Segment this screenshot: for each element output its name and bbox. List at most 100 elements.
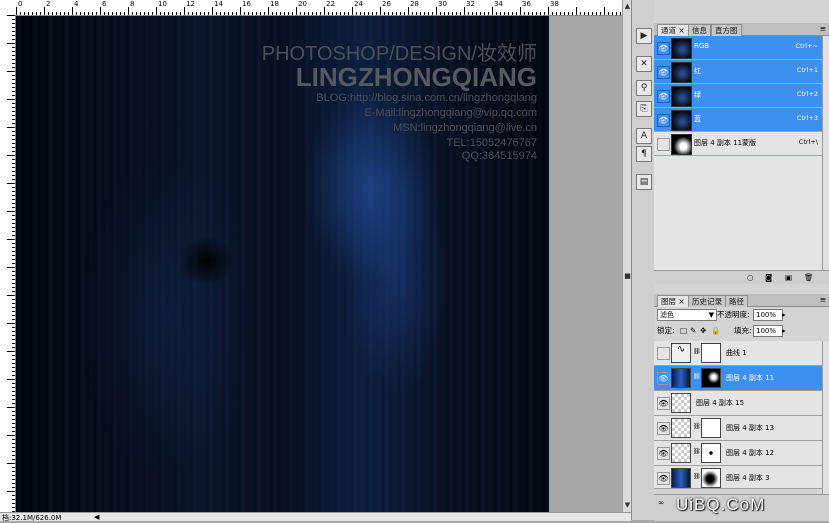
vertical-ruler[interactable] (0, 15, 16, 512)
ruler-label: 2 (46, 0, 51, 8)
layer-name: 图层 4 副本 12 (726, 449, 775, 457)
tab-histogram[interactable]: 直方图 (711, 24, 742, 36)
chain-link-icon[interactable]: ⛓ (693, 473, 701, 480)
ruler-tick (7, 407, 15, 408)
channel-shortcut: Ctrl+3 (796, 114, 818, 122)
chain-link-icon[interactable]: ⛓ (693, 423, 701, 430)
lock-position-icon[interactable]: ✥ (700, 325, 706, 336)
tools-icon[interactable]: ✕ (636, 56, 652, 72)
layer-row[interactable]: 👁 ⛓ 图层 4 副本 3 (654, 466, 822, 489)
clone-source-icon[interactable]: ⎘ (636, 101, 652, 117)
ruler-tick (496, 12, 497, 15)
opacity-arrow-icon[interactable]: ▸ (782, 309, 786, 320)
eye-icon[interactable]: 👁 (657, 472, 670, 485)
eye-icon[interactable]: 👁 (657, 422, 670, 435)
fill-field[interactable]: 100% (753, 325, 783, 337)
channel-row[interactable]: 👁 红 Ctrl+1 (654, 60, 822, 84)
layer-comps-icon[interactable]: ▤ (636, 174, 652, 190)
fill-arrow-icon[interactable]: ▸ (782, 325, 786, 336)
ruler-tick (592, 12, 593, 15)
layer-row[interactable]: ∿ ⛓ 曲线 1 (654, 341, 822, 366)
layer-name: 曲线 1 (726, 349, 747, 357)
layers-scrollbar[interactable] (822, 341, 829, 494)
tab-layers[interactable]: 图层 × (657, 295, 689, 307)
eye-icon[interactable]: 👁 (657, 447, 670, 460)
ruler-tick (412, 12, 413, 15)
channel-row[interactable]: 图层 4 副本 11蒙版 Ctrl+\ (654, 132, 822, 156)
save-selection-icon[interactable]: ◙ (765, 272, 772, 283)
eye-hidden-icon[interactable] (657, 347, 670, 360)
brush-icon[interactable]: ⚲ (636, 80, 652, 96)
ruler-tick (12, 207, 15, 208)
ruler-label: 34 (494, 0, 503, 8)
play-icon[interactable]: ▶ (636, 28, 652, 44)
layer-mask-thumbnail[interactable] (701, 418, 721, 438)
lock-transparent-icon[interactable]: □ (680, 325, 687, 336)
ruler-tick (24, 12, 25, 15)
ruler-tick (448, 12, 449, 15)
layer-row[interactable]: 👁 ⛓ 图层 4 副本 13 (654, 416, 822, 441)
link-layers-icon[interactable]: ∞ (658, 497, 664, 508)
ruler-tick (28, 12, 29, 15)
eye-icon[interactable]: 👁 (657, 397, 670, 410)
channel-row[interactable]: 👁 绿 Ctrl+2 (654, 84, 822, 108)
eye-icon[interactable]: 👁 (657, 66, 670, 79)
tab-paths[interactable]: 路径 (725, 295, 748, 307)
layer-mask-thumbnail[interactable] (701, 368, 721, 388)
ruler-tick (172, 12, 173, 15)
horizontal-ruler[interactable]: 0 2 4 6 8 10 12 14 16 18 20 22 24 26 28 30 32 34 36 38 (0, 0, 622, 16)
lock-image-icon[interactable]: ✎ (690, 325, 696, 336)
ruler-tick (12, 31, 15, 32)
paragraph-icon[interactable]: ¶ (636, 146, 652, 162)
eye-icon[interactable]: 👁 (657, 90, 670, 103)
new-channel-icon[interactable]: ▣ (785, 272, 792, 283)
delete-channel-icon[interactable]: 🗑 (804, 272, 814, 283)
document-canvas[interactable]: PHOTOSHOP/DESIGN/妆效师 LINGZHONGQIANG BLOG… (16, 16, 549, 512)
layer-row[interactable]: 👁 ⛓ 图层 4 副本 12 (654, 441, 822, 466)
ruler-tick (328, 12, 329, 15)
channels-scrollbar[interactable] (822, 36, 829, 270)
ruler-tick (12, 247, 15, 248)
chain-link-icon[interactable]: ⛓ (693, 348, 701, 355)
ruler-tick (12, 223, 15, 224)
layer-mask-thumbnail[interactable] (701, 443, 721, 463)
ruler-tick (12, 299, 15, 300)
layer-row[interactable]: 👁 图层 4 副本 15 (654, 391, 822, 416)
channel-row[interactable]: 👁 RGB Ctrl+~ (654, 36, 822, 60)
chain-link-icon[interactable]: ⛓ (693, 448, 701, 455)
ruler-tick (12, 355, 15, 356)
layer-mask-thumbnail[interactable] (701, 343, 721, 363)
eye-hidden-icon[interactable] (657, 138, 670, 151)
ruler-label: 0 (18, 0, 23, 8)
eye-icon[interactable]: 👁 (657, 42, 670, 55)
layer-mask-thumbnail[interactable] (701, 468, 721, 488)
ruler-tick (12, 451, 15, 452)
eye-icon[interactable]: 👁 (657, 114, 670, 127)
tab-channels[interactable]: 通道 × (657, 24, 689, 36)
channel-row[interactable]: 👁 蓝 Ctrl+3 (654, 108, 822, 132)
tab-history[interactable]: 历史记录 (688, 295, 726, 307)
ruler-tick (12, 507, 15, 508)
ruler-tick (12, 303, 15, 304)
panel-menu-icon[interactable]: ≡ (820, 23, 826, 34)
tab-info[interactable]: 信息 (688, 24, 711, 36)
character-icon[interactable]: A (636, 128, 652, 144)
ruler-tick (468, 12, 469, 15)
ruler-tick (12, 159, 15, 160)
eye-icon[interactable]: 👁 (657, 372, 670, 385)
ruler-tick (620, 12, 621, 15)
load-selection-icon[interactable]: ○ (747, 272, 754, 283)
ruler-tick (12, 415, 15, 416)
ruler-tick (168, 12, 169, 15)
ruler-tick (584, 12, 585, 15)
ruler-tick (12, 199, 15, 200)
layers-menu-icon[interactable]: ≡ (820, 294, 826, 305)
layer-thumbnail (671, 468, 691, 488)
blend-mode-select[interactable]: 滤色 ▼ (657, 309, 717, 321)
ruler-tick (452, 12, 453, 15)
chain-link-icon[interactable]: ⛓ (693, 373, 701, 380)
ruler-tick (12, 19, 15, 20)
lock-all-icon[interactable]: 🔒 (711, 325, 720, 336)
opacity-field[interactable]: 100% (753, 309, 783, 321)
layer-row[interactable]: 👁 ⛓ 图层 4 副本 11 (654, 366, 822, 391)
